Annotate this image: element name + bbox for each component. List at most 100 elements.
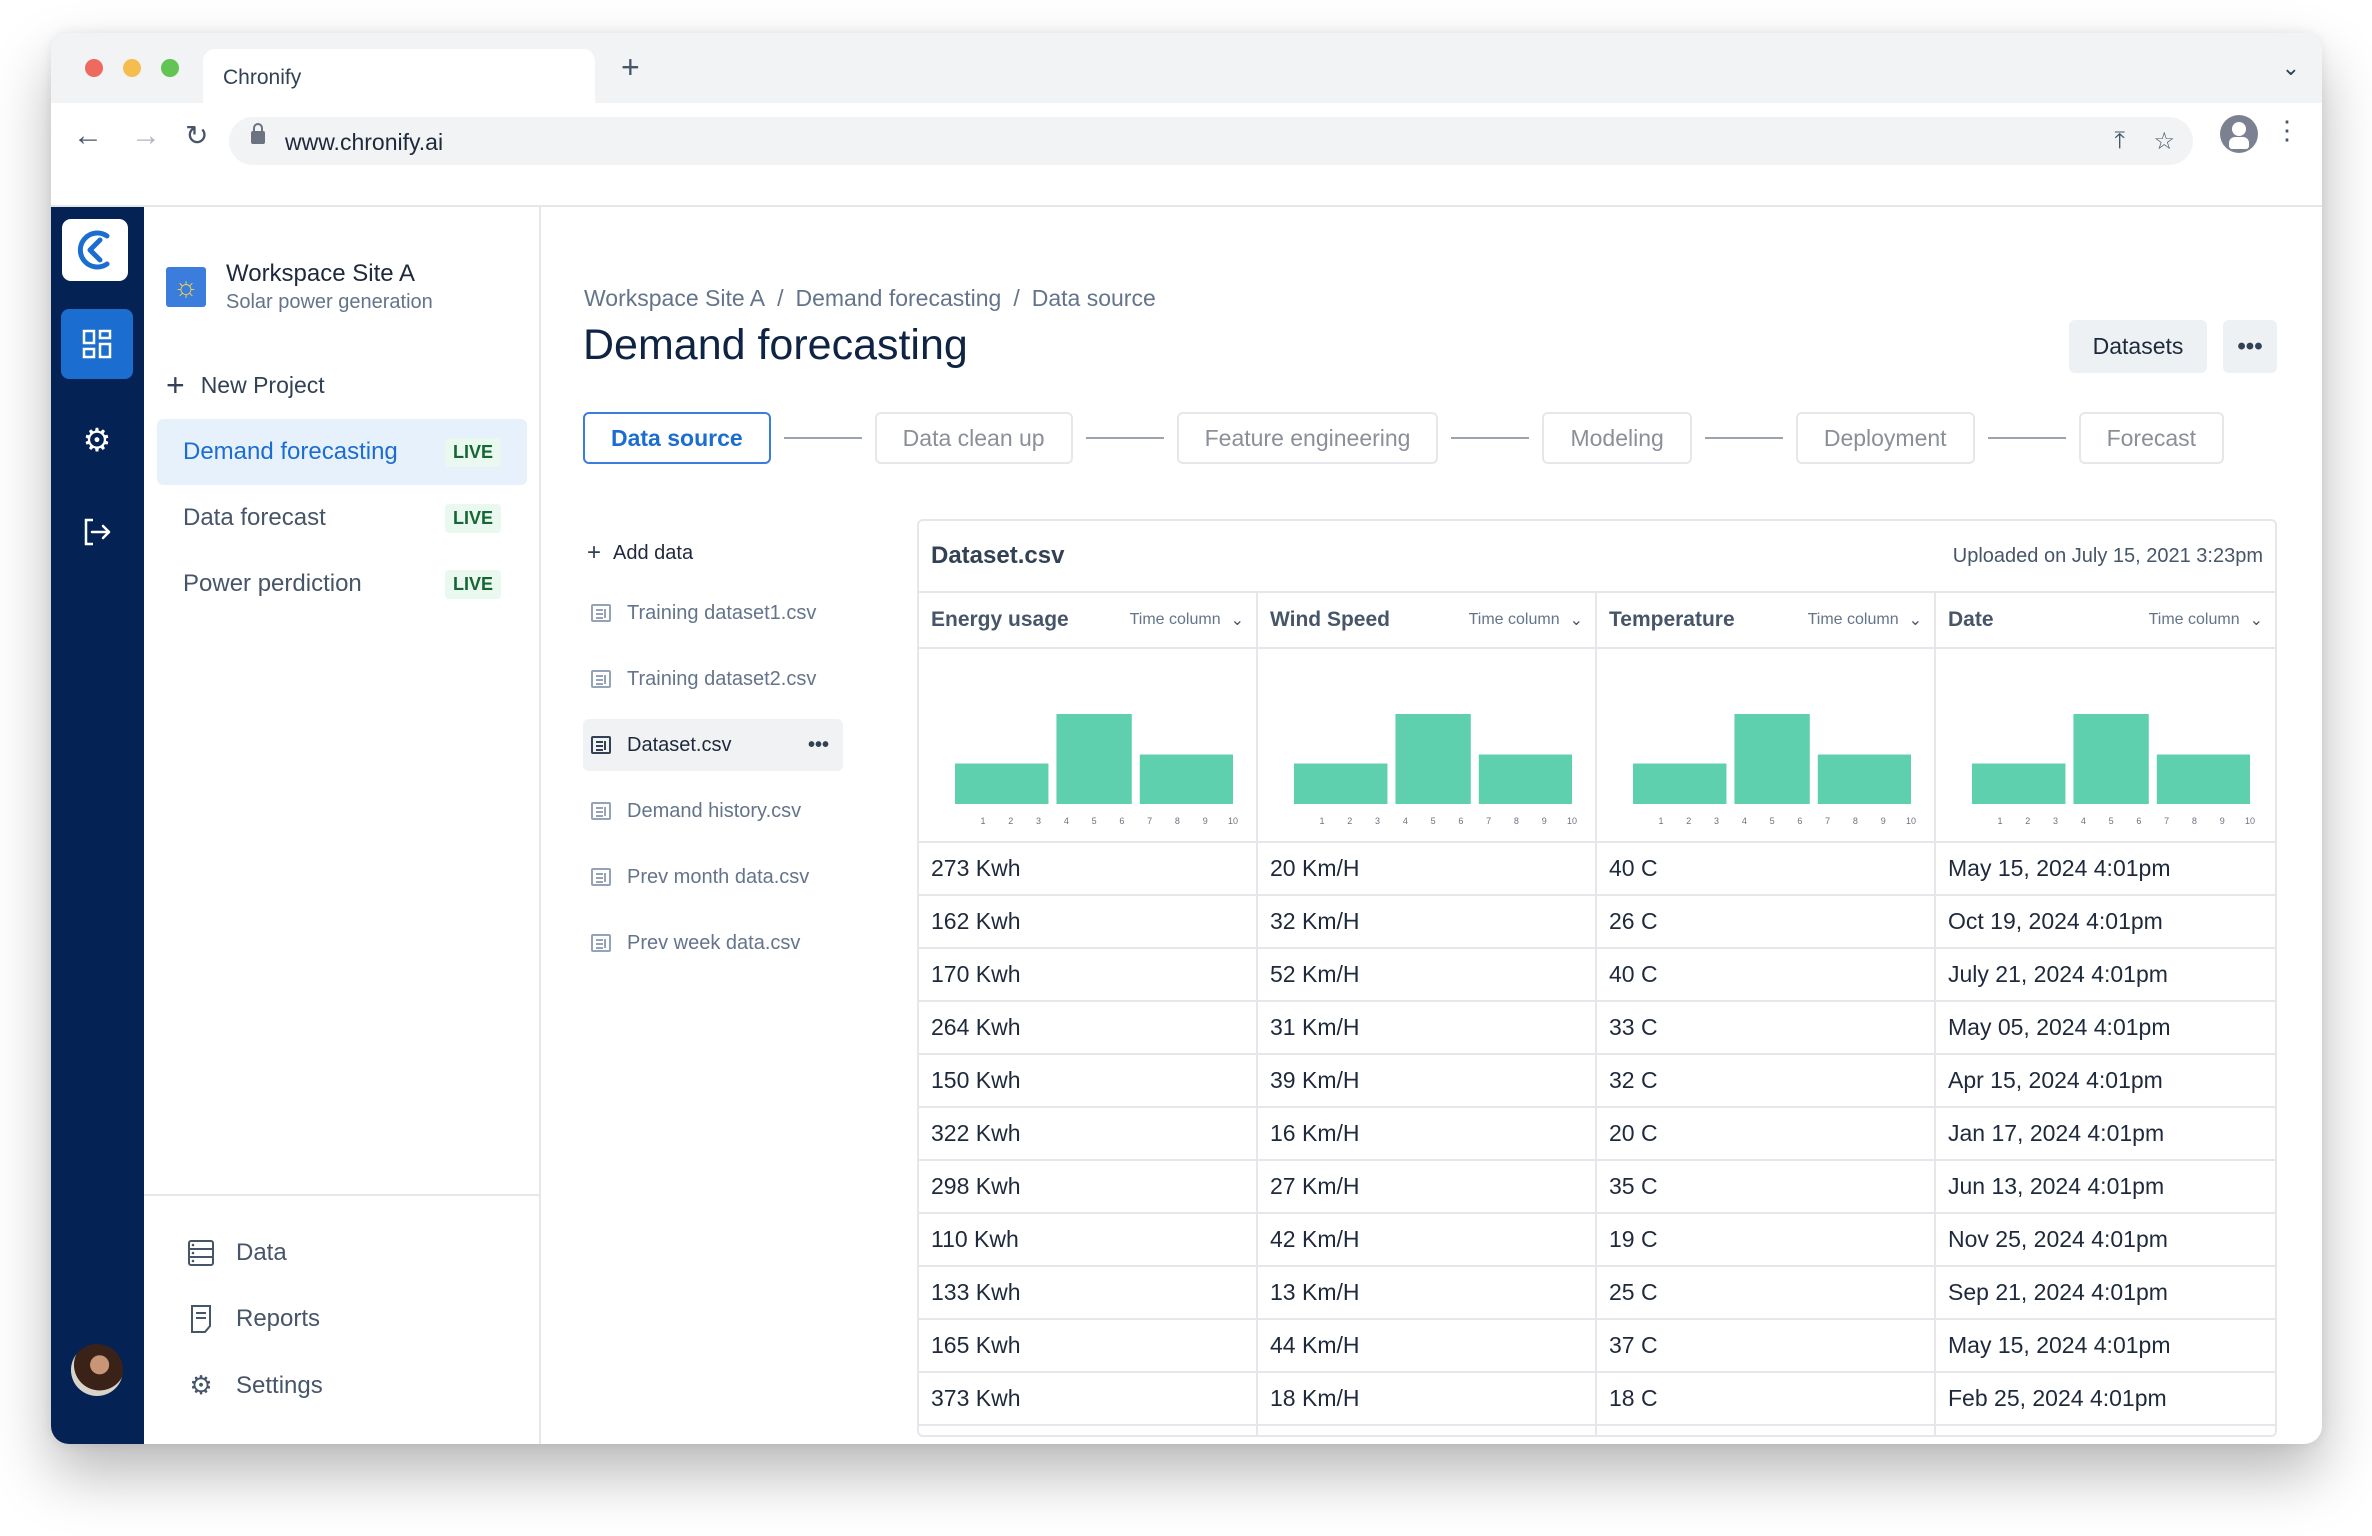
- step-deployment[interactable]: Deployment: [1795, 412, 1975, 464]
- lock-icon: [251, 123, 265, 144]
- url-text: www.chronify.ai: [285, 129, 444, 155]
- column-type-dropdown[interactable]: Time column ⌄: [1469, 610, 1583, 630]
- file-more-icon[interactable]: •••: [808, 734, 829, 757]
- rail-logout-button[interactable]: [61, 497, 133, 567]
- file-name: Training dataset2.csv: [627, 667, 817, 690]
- app-rail: ⚙: [51, 207, 144, 1444]
- url-field[interactable]: www.chronify.ai ⤒ ☆: [229, 117, 2193, 165]
- file-item[interactable]: Dataset.csv •••: [583, 719, 843, 771]
- table-cell: Jun 13, 2024 4:01pm: [1936, 1161, 2275, 1214]
- table-cell: 32 Km/H: [1258, 896, 1597, 949]
- tab-bar: Chronify + ⌄: [51, 33, 2322, 103]
- project-item[interactable]: Power perdiction LIVE: [157, 551, 527, 617]
- browser-tab[interactable]: Chronify: [203, 49, 595, 103]
- nav-data[interactable]: Data: [186, 1238, 287, 1268]
- step-data-clean-up[interactable]: Data clean up: [874, 412, 1073, 464]
- table-cell: 32 C: [1597, 1055, 1936, 1108]
- histogram-tick-label: 8: [1175, 816, 1180, 826]
- sun-icon: ☼: [166, 267, 206, 307]
- histogram-tick-label: 7: [1486, 816, 1491, 826]
- nav-settings[interactable]: ⚙ Settings: [186, 1370, 322, 1401]
- workspace-title: Workspace Site A: [226, 260, 415, 287]
- workspace-header[interactable]: ☼ Workspace Site A Solar power generatio…: [166, 259, 433, 315]
- table-cell: 165 Kwh: [919, 1320, 1258, 1373]
- table-cell: 133 Kwh: [919, 1267, 1258, 1320]
- step-data-source[interactable]: Data source: [583, 412, 771, 464]
- reload-icon[interactable]: ↻: [185, 119, 208, 152]
- step-connector: [1085, 437, 1164, 439]
- histogram-tick-label: 9: [1881, 816, 1886, 826]
- table-cell: Oct 19, 2024 4:01pm: [1936, 896, 2275, 949]
- new-project-button[interactable]: + New Project: [166, 367, 325, 404]
- column-type-dropdown[interactable]: Time column ⌄: [2149, 610, 2263, 630]
- file-icon: [591, 736, 611, 754]
- table-cell: 273 Kwh: [919, 843, 1258, 896]
- file-name: Prev week data.csv: [627, 931, 801, 954]
- workspace-subtitle: Solar power generation: [226, 291, 433, 313]
- nav-reports[interactable]: Reports: [186, 1304, 320, 1334]
- column-name: Temperature: [1609, 608, 1735, 631]
- upload-timestamp: Uploaded on July 15, 2021 3:23pm: [1952, 544, 2263, 567]
- step-feature-engineering[interactable]: Feature engineering: [1176, 412, 1439, 464]
- table-cell: 110 Kwh: [919, 1214, 1258, 1267]
- project-item[interactable]: Data forecast LIVE: [157, 485, 527, 551]
- step-forecast[interactable]: Forecast: [2078, 412, 2225, 464]
- chevron-down-icon[interactable]: ⌄: [2282, 55, 2300, 81]
- file-item[interactable]: Prev week data.csv: [583, 917, 843, 969]
- file-item[interactable]: Demand history.csv: [583, 785, 843, 837]
- live-badge: LIVE: [444, 569, 501, 599]
- histogram-tick-label: 5: [1092, 816, 1097, 826]
- histogram-tick-label: 9: [1203, 816, 1208, 826]
- new-tab-icon[interactable]: +: [621, 49, 640, 86]
- table-cell: Nov 25, 2024 4:01pm: [1936, 1214, 2275, 1267]
- star-icon[interactable]: ☆: [2153, 127, 2175, 156]
- rail-dashboard-button[interactable]: [61, 309, 133, 379]
- histogram-tick-label: 10: [1906, 816, 1916, 826]
- tab-title: Chronify: [223, 66, 302, 89]
- close-window-button[interactable]: [85, 59, 103, 77]
- histogram-tick-label: 5: [2109, 816, 2114, 826]
- file-item[interactable]: Training dataset1.csv: [583, 587, 843, 639]
- chronify-logo[interactable]: [62, 219, 128, 281]
- histogram-tick-label: 3: [1714, 816, 1719, 826]
- profile-icon[interactable]: [2220, 115, 2258, 153]
- histogram-tick-label: 5: [1770, 816, 1775, 826]
- user-avatar[interactable]: [71, 1344, 123, 1396]
- step-connector: [1704, 437, 1783, 439]
- column-header: Wind Speed Time column ⌄: [1258, 593, 1597, 649]
- add-data-button[interactable]: + Add data: [583, 533, 843, 573]
- browser-menu-icon[interactable]: ⋮: [2274, 117, 2300, 143]
- column-type-dropdown[interactable]: Time column ⌄: [1808, 610, 1922, 630]
- table-cell: 31 Km/H: [1258, 1002, 1597, 1055]
- rail-settings-button[interactable]: ⚙: [61, 405, 133, 475]
- histogram-chart: 1 2 3 4 5 6 7 8 9 10: [1294, 714, 1577, 826]
- column-histogram: 1 2 3 4 5 6 7 8 9 10: [1258, 649, 1597, 843]
- file-item[interactable]: Training dataset2.csv: [583, 653, 843, 705]
- dataset-name: Dataset.csv: [931, 542, 1065, 569]
- more-options-button[interactable]: •••: [2223, 320, 2277, 373]
- step-modeling[interactable]: Modeling: [1542, 412, 1692, 464]
- minimize-window-button[interactable]: [123, 59, 141, 77]
- column-type-dropdown[interactable]: Time column ⌄: [1130, 610, 1244, 630]
- histogram-chart: 1 2 3 4 5 6 7 8 9 10: [955, 714, 1238, 826]
- file-name: Prev month data.csv: [627, 865, 810, 888]
- file-item[interactable]: Prev month data.csv: [583, 851, 843, 903]
- share-icon[interactable]: ⤒: [2114, 127, 2125, 155]
- datasets-button[interactable]: Datasets: [2069, 320, 2207, 373]
- project-item[interactable]: Demand forecasting LIVE: [157, 419, 527, 485]
- table-cell: 18 Km/H: [1258, 1373, 1597, 1426]
- back-arrow-icon[interactable]: ←: [73, 119, 103, 153]
- project-name: Demand forecasting: [183, 438, 398, 465]
- histogram-tick-label: 2: [1347, 816, 1352, 826]
- breadcrumb-item[interactable]: Workspace Site A: [584, 285, 765, 311]
- new-project-label: New Project: [200, 372, 325, 398]
- logo-icon: [77, 230, 110, 270]
- forward-arrow-icon[interactable]: →: [131, 119, 161, 153]
- table-cell: 13 Km/H: [1258, 1267, 1597, 1320]
- breadcrumb-item[interactable]: Demand forecasting: [796, 285, 1002, 311]
- histogram-bar: [1294, 763, 1388, 804]
- histogram-bar: [1139, 754, 1233, 804]
- maximize-window-button[interactable]: [161, 59, 179, 77]
- histogram-tick-label: 2: [1686, 816, 1691, 826]
- nav-data-label: Data: [236, 1239, 287, 1266]
